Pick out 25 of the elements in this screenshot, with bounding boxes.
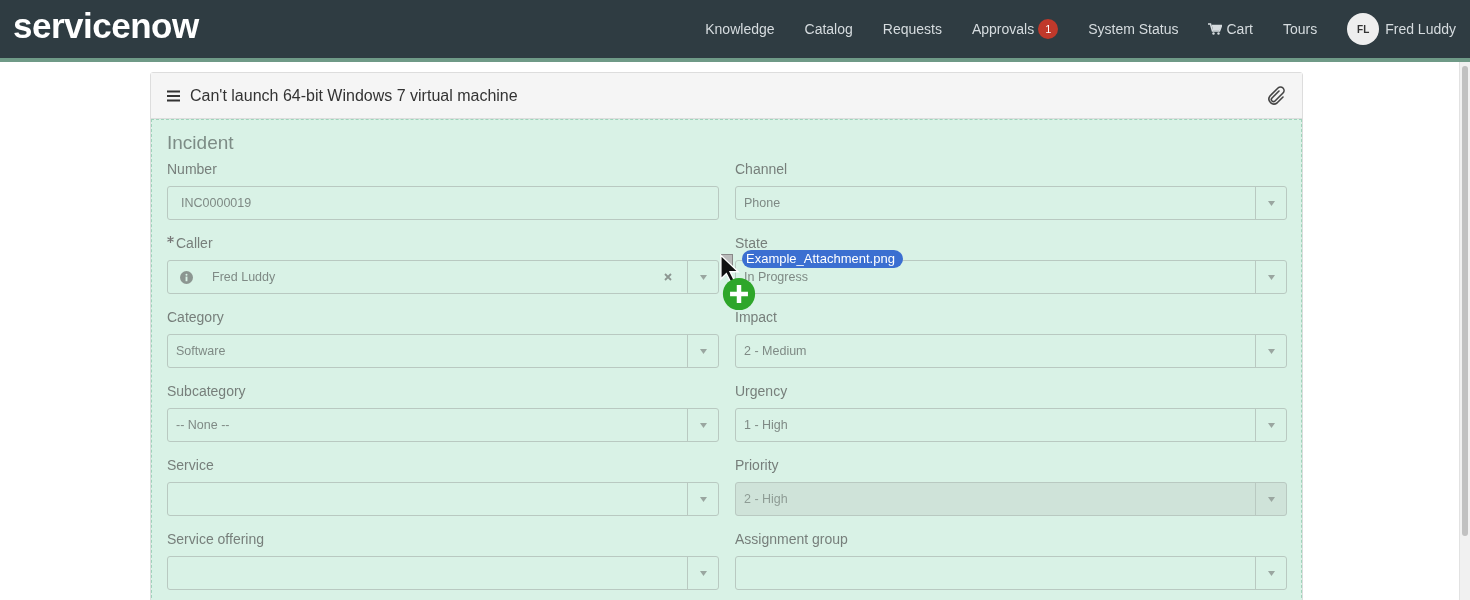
- field-label: Caller: [176, 235, 213, 252]
- field-value: 2 - High: [743, 492, 789, 506]
- field-value: -- None --: [175, 418, 231, 432]
- field-value: INC0000019: [180, 196, 253, 210]
- count-badge: 1: [1038, 19, 1059, 39]
- field-value: Phone: [743, 196, 782, 210]
- field-label: State: [735, 235, 768, 252]
- field-label: Number: [167, 161, 217, 178]
- field-value: 1 - High: [743, 418, 789, 432]
- field-label: Priority: [735, 457, 779, 474]
- field-label: Channel: [735, 161, 788, 178]
- field-value: In Progress: [743, 270, 809, 284]
- field-label: Impact: [735, 309, 777, 326]
- field-label: Subcategory: [167, 383, 246, 400]
- field-value: 2 - Medium: [743, 344, 808, 358]
- field-value: Fred Luddy: [211, 270, 277, 284]
- field-label: Urgency: [735, 383, 788, 400]
- field-label: Service: [167, 457, 214, 474]
- field-label: Category: [167, 309, 224, 326]
- field-value: Software: [175, 344, 227, 358]
- field-label: Service offering: [167, 531, 264, 548]
- section-title: Incident: [167, 132, 235, 154]
- field-label: Assignment group: [735, 531, 848, 548]
- drag-file-label: Example_Attachment.png: [742, 250, 903, 268]
- record-title: Can't launch 64-bit Windows 7 virtual machine: [190, 86, 519, 105]
